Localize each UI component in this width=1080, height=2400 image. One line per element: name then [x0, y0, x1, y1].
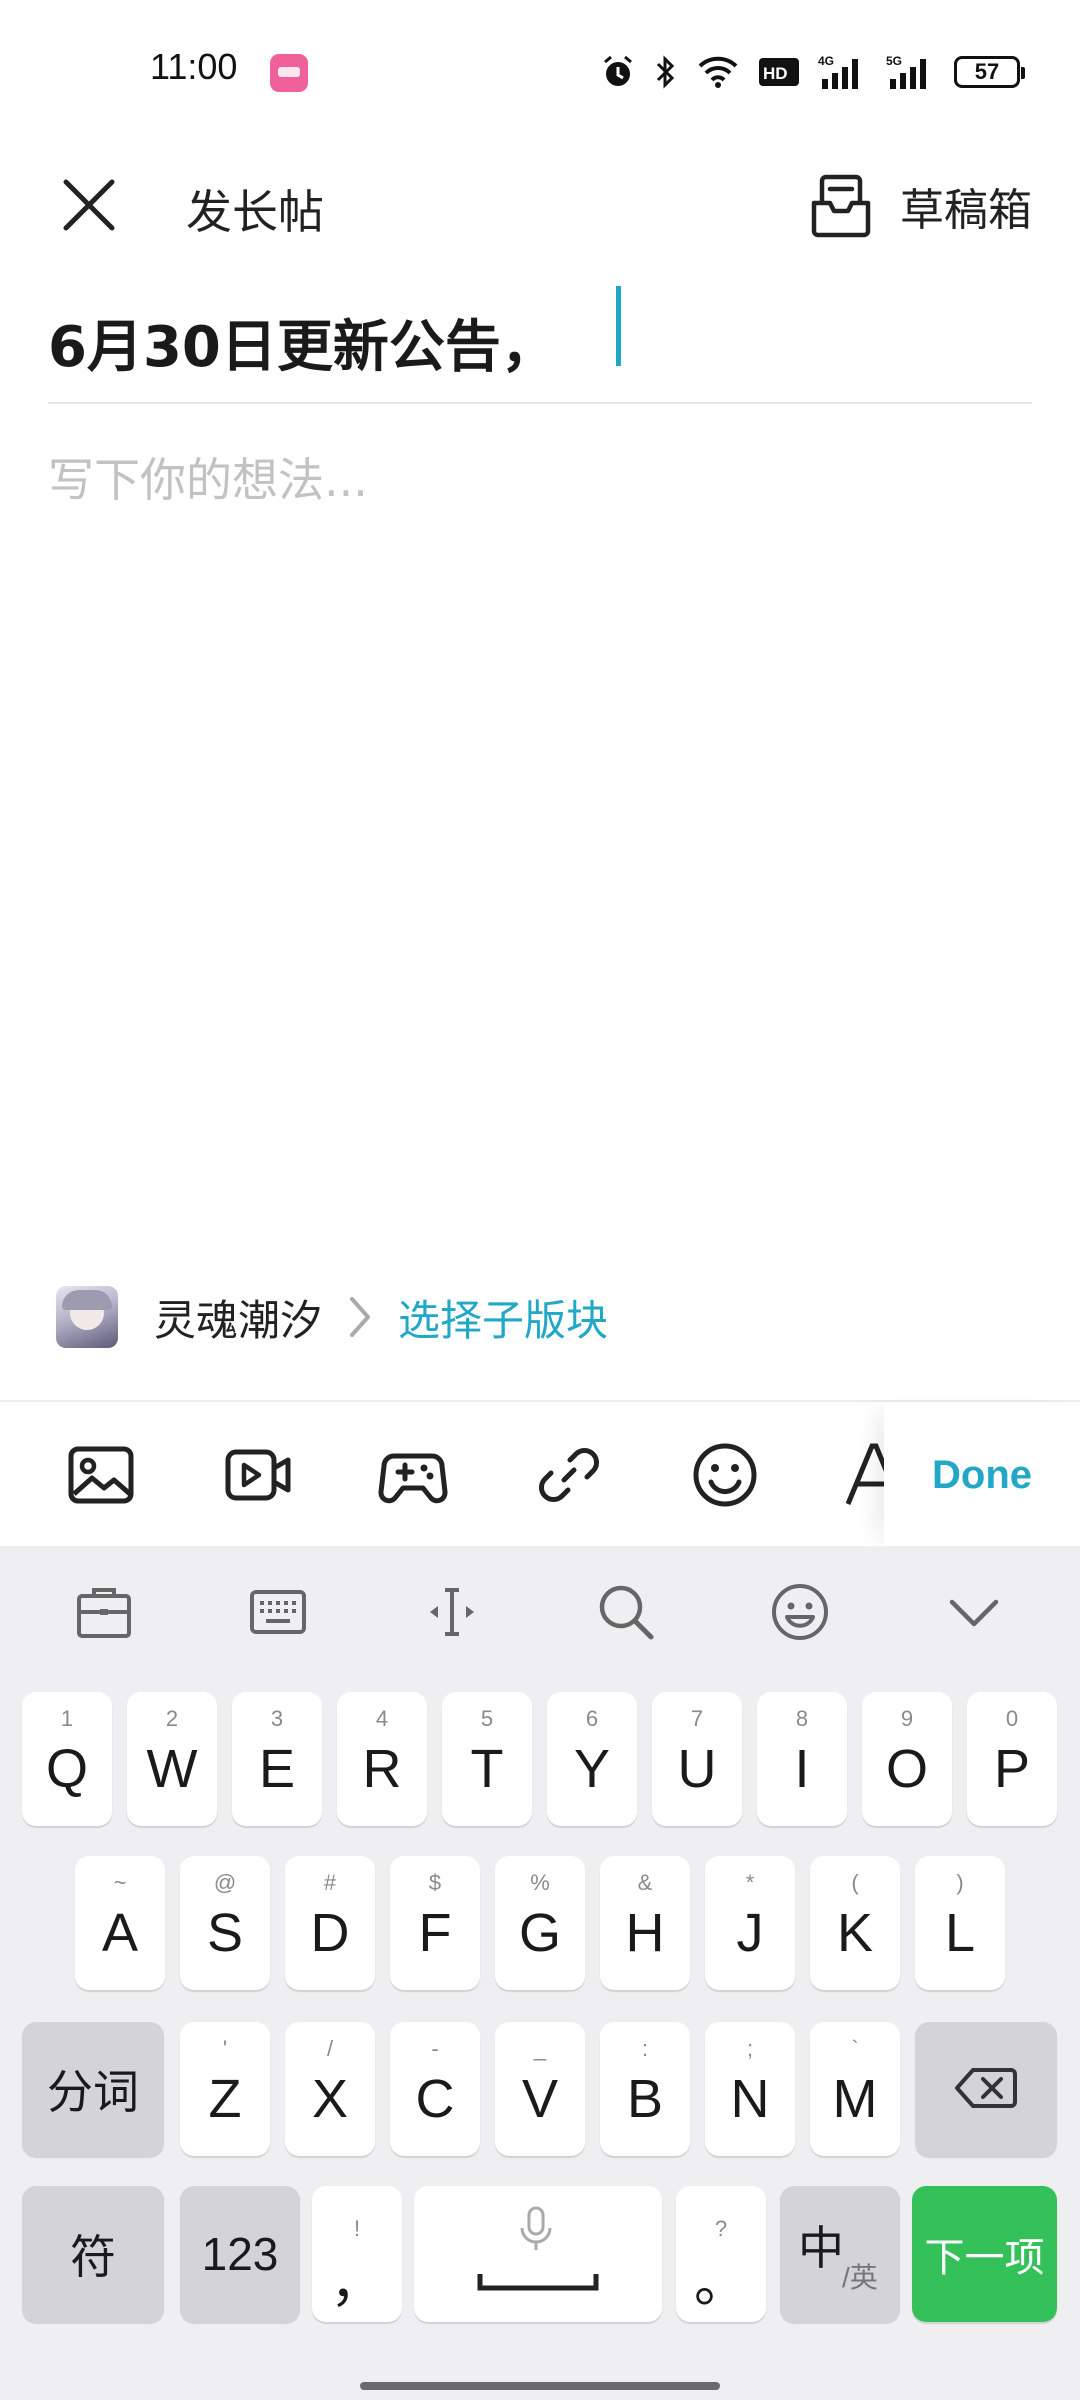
soft-keyboard: 1Q 2W 3E 4R 5T 6Y 7U 8I 9O 0P ~ A @ S # D $…	[0, 1546, 1080, 2400]
signal-4g-icon: 4G	[818, 54, 858, 89]
page-title: 发长帖	[186, 185, 324, 239]
drafts-label: 草稿箱	[900, 185, 1032, 236]
key-p[interactable]: 0P	[967, 1692, 1057, 1826]
close-icon[interactable]	[56, 172, 122, 238]
status-icons: HD 4G 5G 57	[600, 52, 1025, 92]
key-e[interactable]: 3E	[232, 1692, 322, 1826]
key-a[interactable]: ~ A	[75, 1856, 165, 1990]
key-g[interactable]: % G	[495, 1856, 585, 1990]
key-z[interactable]: ' Z	[180, 2022, 270, 2156]
key-w[interactable]: 2W	[127, 1692, 217, 1826]
battery-icon: 57	[954, 56, 1025, 88]
svg-text:5G: 5G	[886, 54, 902, 68]
key-j[interactable]: * J	[705, 1856, 795, 1990]
keyboard-icon[interactable]	[248, 1582, 308, 1642]
language-switch-key[interactable]: 中 /英	[780, 2186, 900, 2322]
svg-text:HD: HD	[763, 64, 788, 83]
signal-5g-icon: 5G	[886, 54, 926, 89]
key-h[interactable]: & H	[600, 1856, 690, 1990]
next-key[interactable]: 下一项	[912, 2186, 1057, 2322]
backspace-key[interactable]	[915, 2022, 1057, 2156]
key-v[interactable]: _ V	[495, 2022, 585, 2156]
forum-selector[interactable]: 灵魂潮汐 选择子版块	[56, 1284, 608, 1350]
svg-text:4G: 4G	[818, 54, 834, 68]
key-o[interactable]: 9O	[862, 1692, 952, 1826]
status-bar: 11:00 HD 4G 5G 57	[0, 0, 1080, 140]
cursor-icon[interactable]	[422, 1582, 482, 1642]
drafts-box-icon	[811, 174, 871, 238]
forum-avatar	[56, 1286, 118, 1348]
key-x[interactable]: / X	[285, 2022, 375, 2156]
key-c[interactable]: -C	[390, 2022, 480, 2156]
bluetooth-icon	[656, 55, 675, 89]
image-icon[interactable]	[66, 1440, 136, 1510]
key-t[interactable]: 5T	[442, 1692, 532, 1826]
segment-key[interactable]: 分词	[22, 2022, 164, 2156]
key-k[interactable]: (K	[810, 1856, 900, 1990]
hd-icon: HD	[759, 58, 799, 86]
body-input[interactable]: 写下你的想法...	[48, 444, 368, 510]
space-key[interactable]	[414, 2186, 662, 2322]
collapse-keyboard-icon[interactable]	[944, 1582, 1004, 1642]
key-n[interactable]: ; N	[705, 2022, 795, 2156]
symbols-key[interactable]: 符	[22, 2186, 164, 2322]
top-bar: 发长帖 草稿箱	[0, 150, 1080, 260]
home-indicator[interactable]	[360, 2382, 720, 2390]
chevron-right-icon	[350, 1297, 371, 1337]
comma-key[interactable]: !，	[312, 2186, 402, 2322]
numbers-key[interactable]: 123	[180, 2186, 300, 2322]
key-y[interactable]: 6Y	[547, 1692, 637, 1826]
keyboard-toolbar	[0, 1546, 1080, 1676]
keyboard-emoji-icon[interactable]	[770, 1582, 830, 1642]
emoji-icon[interactable]	[690, 1440, 760, 1510]
microphone-icon	[520, 2206, 552, 2250]
forum-name: 灵魂潮汐	[154, 1295, 323, 1345]
text-cursor	[616, 286, 621, 366]
app-notification-icon	[270, 54, 308, 92]
period-key[interactable]: ?。	[676, 2186, 766, 2322]
clipboard-icon[interactable]	[74, 1582, 134, 1642]
choose-subforum-link[interactable]: 选择子版块	[398, 1287, 608, 1348]
key-q[interactable]: 1Q	[22, 1692, 112, 1826]
key-d[interactable]: # D	[285, 1856, 375, 1990]
key-u[interactable]: 7U	[652, 1692, 742, 1826]
key-s[interactable]: @ S	[180, 1856, 270, 1990]
editor-toolbar: Done	[0, 1400, 1080, 1548]
search-icon[interactable]	[596, 1582, 656, 1642]
link-icon[interactable]	[534, 1440, 604, 1510]
wifi-icon	[698, 56, 738, 88]
key-l[interactable]: ) L	[915, 1856, 1005, 1990]
video-icon[interactable]	[224, 1440, 294, 1510]
key-r[interactable]: 4R	[337, 1692, 427, 1826]
key-b[interactable]: :B	[600, 2022, 690, 2156]
drafts-button[interactable]: 草稿箱	[810, 166, 1032, 246]
key-f[interactable]: $ F	[390, 1856, 480, 1990]
status-time: 11:00	[150, 46, 238, 87]
space-bar-icon	[477, 2274, 599, 2291]
done-button[interactable]: Done	[884, 1402, 1080, 1548]
title-input[interactable]: 6月30日更新公告，	[48, 282, 1032, 404]
backspace-icon	[955, 2068, 1017, 2108]
alarm-icon	[604, 55, 632, 86]
gamepad-icon[interactable]	[378, 1440, 448, 1510]
key-m[interactable]: ` M	[810, 2022, 900, 2156]
key-i[interactable]: 8I	[757, 1692, 847, 1826]
title-input-value: 6月30日更新公告，	[48, 315, 557, 380]
